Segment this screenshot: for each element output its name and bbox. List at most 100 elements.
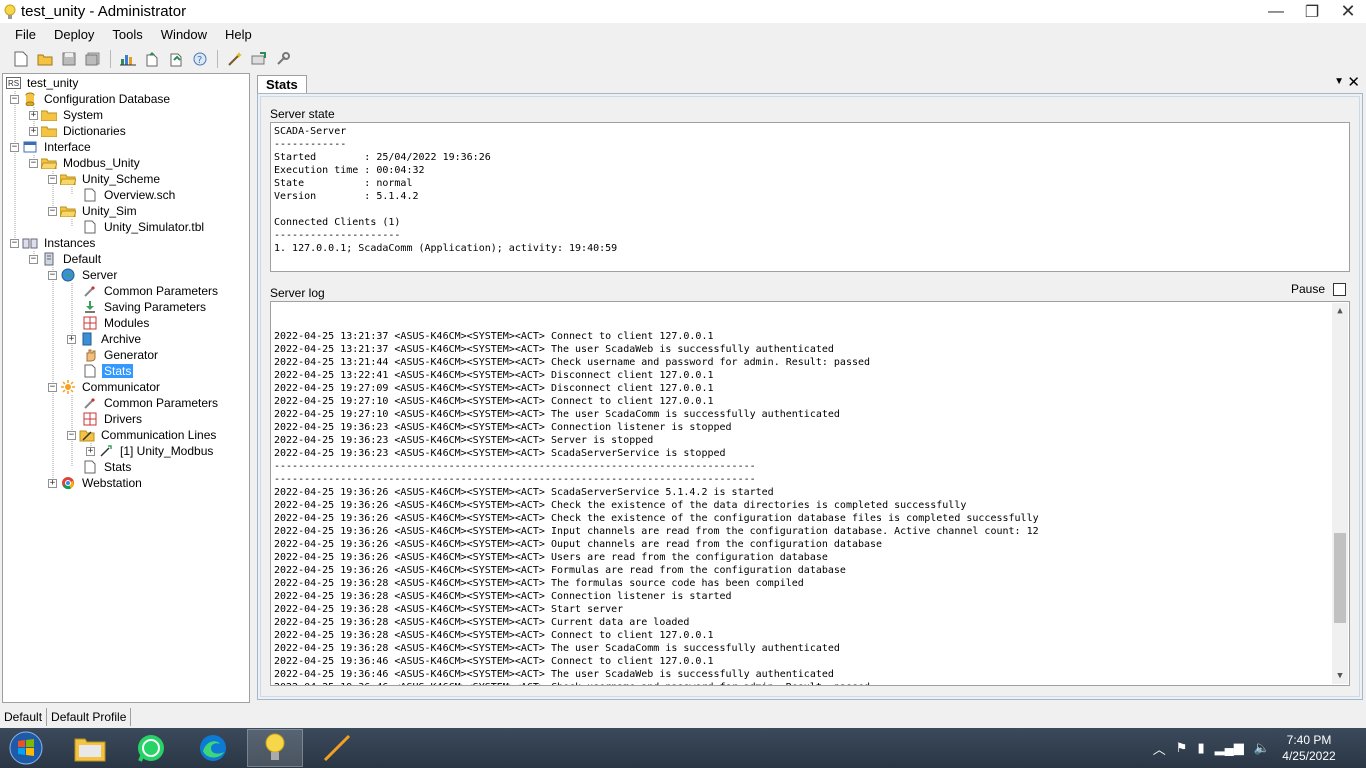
export-icon[interactable]: [165, 48, 187, 70]
save-icon[interactable]: [58, 48, 80, 70]
tree-item-unity-modbus[interactable]: + [1] Unity_Modbus: [86, 443, 215, 459]
volume-icon[interactable]: 🔈: [1254, 740, 1270, 756]
collapse-icon[interactable]: −: [29, 158, 38, 168]
tree-item-default[interactable]: − Default: [29, 251, 103, 267]
pause-label: Pause: [1290, 282, 1325, 296]
upload-icon[interactable]: [141, 48, 163, 70]
settings-icon[interactable]: [272, 48, 294, 70]
tree-root[interactable]: RS test_unity: [6, 75, 80, 91]
menu-help[interactable]: Help: [216, 23, 261, 46]
collapse-icon[interactable]: −: [67, 430, 76, 440]
scroll-up-icon[interactable]: ▲: [1332, 303, 1348, 319]
import-icon[interactable]: [248, 48, 270, 70]
tree-item-server-stats[interactable]: Stats: [82, 363, 134, 379]
collapse-icon[interactable]: −: [29, 254, 38, 264]
collapse-icon[interactable]: −: [10, 94, 19, 104]
log-line: 2022-04-25 19:36:26 <ASUS-K46CM><SYSTEM>…: [274, 552, 828, 563]
log-line: 2022-04-25 13:22:41 <ASUS-K46CM><SYSTEM>…: [274, 370, 714, 381]
tree-item-communicator[interactable]: − Communicator: [48, 379, 162, 395]
restore-button[interactable]: ❐: [1294, 0, 1330, 23]
expand-icon[interactable]: +: [29, 126, 38, 136]
scada-admin-icon[interactable]: [247, 729, 303, 767]
minimize-button[interactable]: —: [1258, 0, 1294, 23]
taskbar-clock[interactable]: 7:40 PM 4/25/2022: [1274, 732, 1344, 764]
tree-item-interface[interactable]: − Interface: [10, 139, 93, 155]
menu-window[interactable]: Window: [152, 23, 216, 46]
tree-item-comm-lines[interactable]: − Communication Lines: [67, 427, 218, 443]
log-line: 2022-04-25 19:36:28 <ASUS-K46CM><SYSTEM>…: [274, 617, 690, 628]
file-icon: [82, 460, 98, 474]
tree-item-generator[interactable]: Generator: [82, 347, 160, 363]
pause-control[interactable]: Pause: [1291, 282, 1346, 296]
server-state-textbox[interactable]: SCADA-Server ------------ Started : 25/0…: [270, 122, 1350, 272]
log-line: 2022-04-25 19:27:09 <ASUS-K46CM><SYSTEM>…: [274, 383, 714, 394]
chart-icon[interactable]: [117, 48, 139, 70]
save-all-icon[interactable]: [82, 48, 104, 70]
tree-item-dictionaries[interactable]: + Dictionaries: [29, 123, 128, 139]
tree-item-config-db[interactable]: − Configuration Database: [10, 91, 172, 107]
battery-icon[interactable]: ▮: [1197, 740, 1204, 756]
tree-item-archive[interactable]: + Archive: [67, 331, 143, 347]
menu-deploy[interactable]: Deploy: [45, 23, 103, 46]
tab-close-icon[interactable]: ✕: [1347, 73, 1360, 91]
tree-item-modbus-unity[interactable]: − Modbus_Unity: [29, 155, 142, 171]
database-icon: [22, 92, 38, 106]
folder-icon: [41, 108, 57, 122]
tree-item-overview[interactable]: Overview.sch: [82, 187, 177, 203]
scroll-thumb[interactable]: [1334, 533, 1346, 624]
log-scrollbar[interactable]: ▲ ▼: [1332, 303, 1348, 684]
hand-icon: [82, 348, 98, 362]
log-line: 2022-04-25 19:36:26 <ASUS-K46CM><SYSTEM>…: [274, 500, 967, 511]
edge-icon[interactable]: [185, 729, 241, 767]
expand-icon[interactable]: +: [29, 110, 38, 120]
tree-item-saving-params[interactable]: Saving Parameters: [82, 299, 208, 315]
collapse-icon[interactable]: −: [10, 238, 19, 248]
open-folder-icon: [60, 204, 76, 218]
lightbulb-icon: [3, 4, 17, 20]
tree-item-unity-sim[interactable]: − Unity_Sim: [48, 203, 139, 219]
log-line: 2022-04-25 13:21:37 <ASUS-K46CM><SYSTEM>…: [274, 331, 714, 342]
whatsapp-icon[interactable]: [123, 729, 179, 767]
expand-icon[interactable]: +: [67, 334, 76, 344]
new-file-icon[interactable]: [10, 48, 32, 70]
collapse-icon[interactable]: −: [48, 382, 57, 392]
tree-item-instances[interactable]: − Instances: [10, 235, 97, 251]
expand-icon[interactable]: +: [86, 446, 95, 456]
close-window-button[interactable]: ✕: [1330, 0, 1366, 23]
tree-item-modules[interactable]: Modules: [82, 315, 151, 331]
chevron-up-icon[interactable]: ︿: [1153, 739, 1166, 758]
open-folder-icon: [41, 156, 57, 170]
tab-list-dropdown-icon[interactable]: ▼: [1334, 76, 1344, 87]
help-icon[interactable]: ?: [189, 48, 211, 70]
tree-item-server-common-params[interactable]: Common Parameters: [82, 283, 220, 299]
tab-stats[interactable]: Stats: [257, 75, 307, 94]
network-icon[interactable]: ▂▄▆: [1215, 740, 1244, 756]
file-explorer-icon[interactable]: [62, 729, 118, 767]
window-title: test_unity - Administrator: [21, 3, 187, 20]
pause-checkbox[interactable]: [1333, 282, 1346, 296]
tree-item-system[interactable]: + System: [29, 107, 105, 123]
tree-item-unity-scheme[interactable]: − Unity_Scheme: [48, 171, 162, 187]
scroll-down-icon[interactable]: ▼: [1332, 668, 1348, 684]
log-line: 2022-04-25 19:36:28 <ASUS-K46CM><SYSTEM>…: [274, 643, 840, 654]
wand-icon[interactable]: [224, 48, 246, 70]
start-button[interactable]: [6, 730, 46, 766]
tree-item-server[interactable]: − Server: [48, 267, 119, 283]
collapse-icon[interactable]: −: [48, 206, 57, 216]
flag-icon[interactable]: ⚑: [1176, 740, 1188, 756]
server-log-textbox[interactable]: 2022-04-25 13:21:37 <ASUS-K46CM><SYSTEM>…: [270, 301, 1350, 686]
menu-tools[interactable]: Tools: [103, 23, 151, 46]
pencil-app-icon[interactable]: [309, 729, 365, 767]
tree-item-unity-simulator[interactable]: Unity_Simulator.tbl: [82, 219, 206, 235]
open-icon[interactable]: [34, 48, 56, 70]
collapse-icon[interactable]: −: [10, 142, 19, 152]
explorer-tree[interactable]: RS test_unity − Configuration Database +…: [2, 73, 250, 703]
collapse-icon[interactable]: −: [48, 270, 57, 280]
menu-file[interactable]: File: [6, 23, 45, 46]
tree-item-drivers[interactable]: Drivers: [82, 411, 144, 427]
tree-item-comm-stats[interactable]: Stats: [82, 459, 133, 475]
tree-item-webstation[interactable]: + Webstation: [48, 475, 144, 491]
expand-icon[interactable]: +: [48, 478, 57, 488]
collapse-icon[interactable]: −: [48, 174, 57, 184]
tree-item-comm-common-params[interactable]: Common Parameters: [82, 395, 220, 411]
